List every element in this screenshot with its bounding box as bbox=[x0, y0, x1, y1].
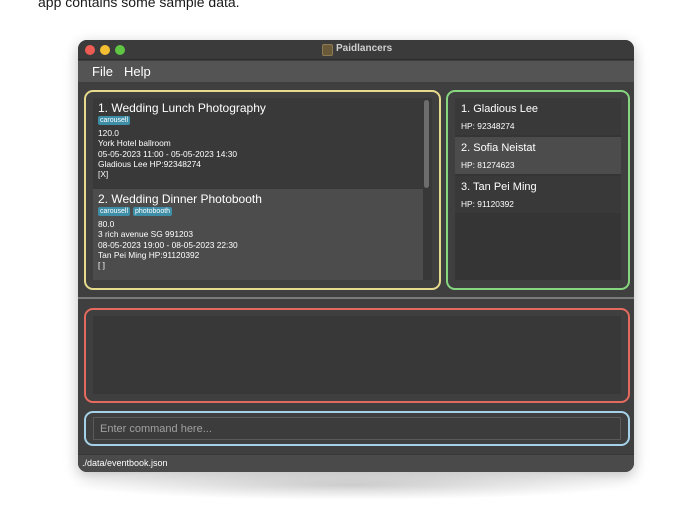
contact-card[interactable]: 1. Gladious Lee HP: 92348274 bbox=[455, 98, 621, 135]
zoom-window-button[interactable] bbox=[115, 45, 125, 55]
window-shadow bbox=[70, 470, 630, 500]
command-input[interactable] bbox=[94, 418, 620, 439]
event-tags: carousell bbox=[98, 116, 423, 127]
event-contact: Gladious Lee HP:92348274 bbox=[98, 158, 201, 169]
event-tag: carousell bbox=[98, 207, 131, 216]
app-logo-icon bbox=[322, 44, 333, 56]
status-bar: ./data/eventbook.json bbox=[78, 454, 634, 472]
contact-phone: HP: 81274623 bbox=[461, 160, 515, 170]
event-mark: [X] bbox=[98, 169, 109, 180]
contact-phone: HP: 91120392 bbox=[461, 199, 514, 209]
event-tag: carousell bbox=[98, 116, 131, 125]
result-display-panel bbox=[84, 308, 630, 403]
contact-card[interactable]: 2. Sofia Neistat HP: 81274623 bbox=[455, 137, 621, 174]
event-timing: 08-05-2023 19:00 - 08-05-2023 22:30 bbox=[98, 239, 238, 250]
event-list-scrollbar[interactable] bbox=[424, 100, 429, 188]
event-title: 1. Wedding Lunch Photography bbox=[98, 101, 266, 115]
split-divider[interactable] bbox=[78, 297, 634, 299]
menu-help[interactable]: Help bbox=[124, 64, 151, 79]
event-title: 2. Wedding Dinner Photobooth bbox=[98, 192, 262, 206]
window-title: Paidlancers bbox=[336, 43, 393, 54]
command-box-panel bbox=[84, 411, 630, 446]
close-window-button[interactable] bbox=[85, 45, 95, 55]
event-contact: Tan Pei Ming HP:91120392 bbox=[98, 249, 200, 260]
event-tag: photobooth bbox=[133, 207, 173, 216]
save-location-text: ./data/eventbook.json bbox=[82, 458, 168, 468]
app-window: Paidlancers File Help 1. Wedding Lunch P… bbox=[78, 40, 634, 472]
event-card[interactable]: 2. Wedding Dinner Photobooth carousell ph… bbox=[93, 189, 423, 280]
contact-list-panel: 1. Gladious Lee HP: 92348274 2. Sofia Ne… bbox=[446, 90, 630, 290]
contact-name: 1. Gladious Lee bbox=[461, 103, 539, 115]
contact-name: 3. Tan Pei Ming bbox=[461, 181, 537, 193]
title-bar[interactable]: Paidlancers bbox=[78, 40, 634, 60]
event-mark: [ ] bbox=[98, 260, 105, 271]
event-address: 3 rich avenue SG 991203 bbox=[98, 229, 193, 240]
event-rate: 120.0 bbox=[98, 128, 119, 138]
minimize-window-button[interactable] bbox=[100, 45, 110, 55]
contact-card[interactable]: 3. Tan Pei Ming HP: 91120392 bbox=[455, 176, 621, 213]
contact-list[interactable]: 1. Gladious Lee HP: 92348274 2. Sofia Ne… bbox=[455, 98, 621, 280]
event-list-panel: 1. Wedding Lunch Photography carousell 1… bbox=[84, 90, 441, 290]
event-list[interactable]: 1. Wedding Lunch Photography carousell 1… bbox=[93, 98, 432, 280]
event-card[interactable]: 1. Wedding Lunch Photography carousell 1… bbox=[93, 98, 423, 188]
event-timing: 05-05-2023 11:00 - 05-05-2023 14:30 bbox=[98, 148, 238, 159]
menu-file[interactable]: File bbox=[92, 64, 113, 79]
event-rate: 80.0 bbox=[98, 219, 115, 229]
result-display bbox=[93, 316, 621, 394]
contact-phone: HP: 92348274 bbox=[461, 121, 515, 131]
contact-name: 2. Sofia Neistat bbox=[461, 142, 536, 154]
menu-bar: File Help bbox=[78, 61, 634, 82]
command-box bbox=[93, 417, 621, 440]
event-address: York Hotel ballroom bbox=[98, 138, 171, 149]
caption-text: app contains some sample data. bbox=[38, 0, 240, 10]
event-tags: carousell photobooth bbox=[98, 207, 423, 218]
screenshot-page: app contains some sample data. Paidlance… bbox=[0, 0, 690, 517]
